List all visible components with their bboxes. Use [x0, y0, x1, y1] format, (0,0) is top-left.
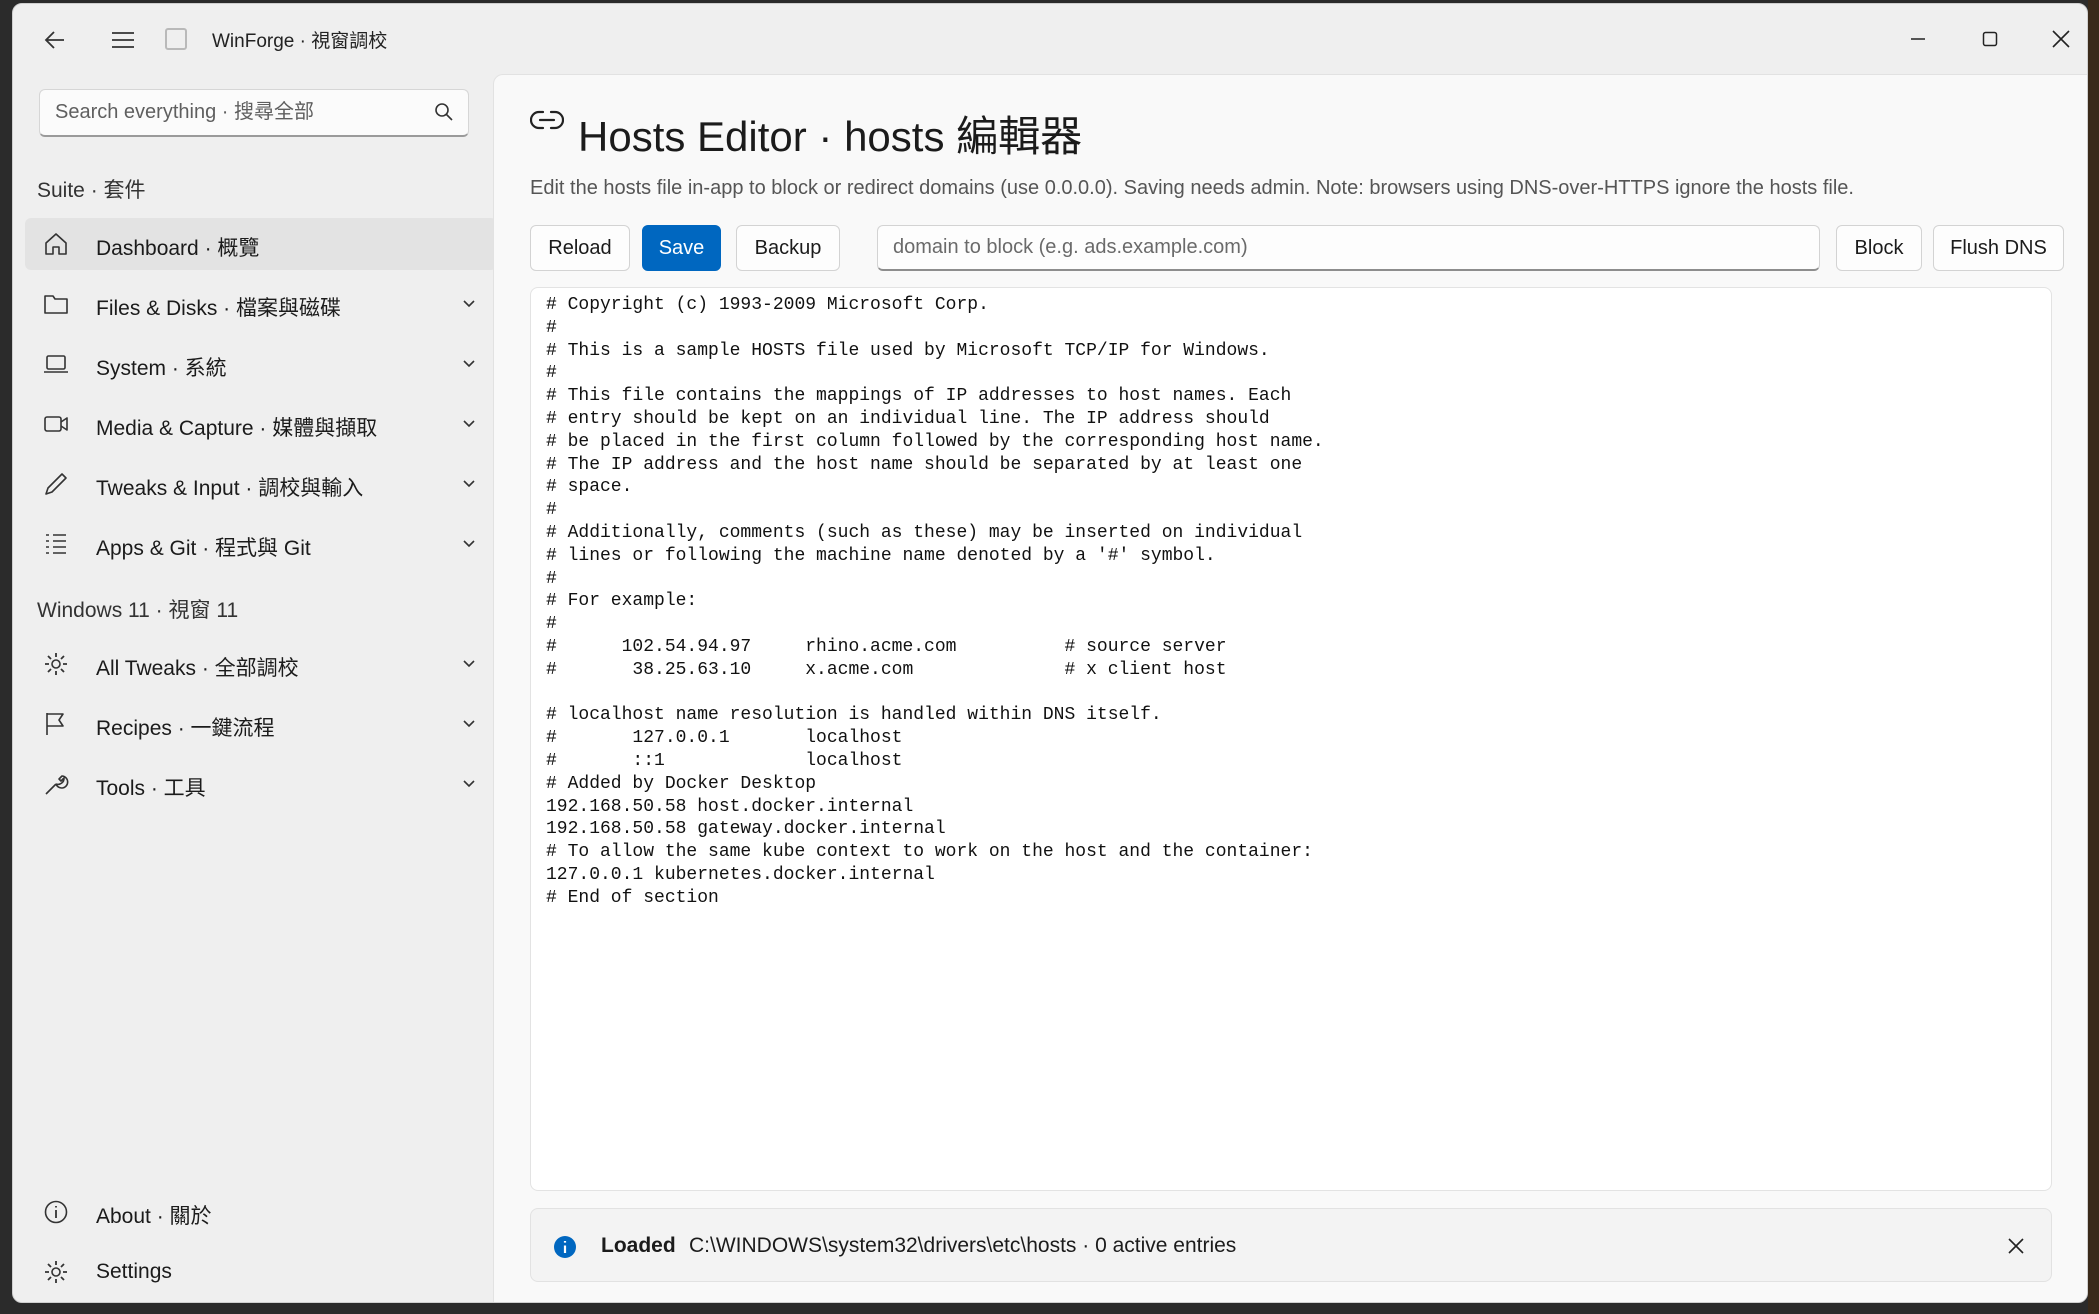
sidebar-item-label: Settings	[96, 1260, 172, 1283]
sidebar-item-label: Apps & Git · 程式與 Git	[96, 537, 311, 560]
flush-dns-button[interactable]: Flush DNS	[1933, 225, 2064, 271]
sidebar-item-tweaks-input[interactable]: Tweaks & Input · 調校與輸入	[25, 458, 497, 510]
sidebar-item-system[interactable]: System · 系統	[25, 338, 497, 390]
sidebar-item-about[interactable]: About · 關於	[25, 1186, 497, 1238]
close-icon	[2008, 1238, 2024, 1254]
laptop-icon	[44, 355, 68, 373]
status-title: Loaded	[601, 1234, 676, 1257]
menu-button[interactable]	[101, 18, 145, 62]
app-logo-icon	[165, 28, 187, 50]
sidebar-item-label: Files & Disks · 檔案與磁碟	[96, 297, 342, 320]
maximize-button[interactable]	[1960, 14, 2020, 64]
info-icon	[44, 1200, 68, 1224]
close-window-button[interactable]	[2031, 14, 2087, 64]
status-message: C:\WINDOWS\system32\drivers\etc\hosts · …	[689, 1234, 1237, 1257]
sidebar-item-dashboard[interactable]: Dashboard · 概覽	[25, 218, 497, 270]
hamburger-icon	[112, 32, 134, 48]
flag-icon	[46, 713, 64, 735]
title-bar: WinForge · 視窗調校	[13, 4, 2087, 70]
backup-button[interactable]: Backup	[736, 225, 840, 271]
sidebar-item-label: About · 關於	[96, 1205, 212, 1228]
chevron-down-icon	[463, 540, 475, 548]
dismiss-infobar-button[interactable]	[2001, 1231, 2031, 1261]
section-label-windows11: Windows 11 · 視窗 11	[37, 599, 239, 622]
gear-icon	[45, 1261, 67, 1283]
status-infobar: Loaded C:\WINDOWS\system32\drivers\etc\h…	[530, 1208, 2052, 1282]
maximize-icon	[1982, 31, 1998, 47]
block-button[interactable]: Block	[1836, 225, 1922, 271]
camera-icon	[44, 416, 68, 432]
minimize-icon	[1911, 38, 1925, 40]
search-input[interactable]	[40, 90, 420, 134]
sidebar-item-tools[interactable]: Tools · 工具	[25, 758, 497, 810]
list-icon	[46, 534, 66, 554]
sidebar: Suite · 套件 Dashboard · 概覽 Files & Disks …	[13, 70, 497, 1302]
hosts-editor[interactable]	[530, 287, 2052, 1191]
sidebar-item-label: Recipes · 一鍵流程	[96, 717, 275, 740]
search-box	[39, 89, 469, 137]
chevron-down-icon	[463, 420, 475, 428]
sidebar-item-label: All Tweaks · 全部調校	[96, 657, 299, 680]
sidebar-item-label: Media & Capture · 媒體與擷取	[96, 417, 378, 440]
link-icon	[530, 110, 564, 130]
back-arrow-icon	[44, 31, 64, 49]
chevron-down-icon	[463, 720, 475, 728]
desktop-background	[2088, 0, 2099, 1314]
close-icon	[2052, 30, 2070, 48]
sidebar-item-all-tweaks[interactable]: All Tweaks · 全部調校	[25, 638, 497, 690]
wrench-icon	[45, 775, 69, 795]
app-window: WinForge · 視窗調校 Suite · 套件 Dashboard · 概…	[12, 3, 2088, 1303]
sidebar-item-label: System · 系統	[96, 357, 227, 380]
folder-icon	[44, 295, 68, 314]
minimize-button[interactable]	[1888, 14, 1948, 64]
page-description: Edit the hosts file in-app to block or r…	[530, 177, 1854, 199]
pen-icon	[45, 473, 67, 495]
sidebar-item-label: Tools · 工具	[96, 777, 206, 800]
save-button[interactable]: Save	[642, 225, 721, 271]
sidebar-item-media-capture[interactable]: Media & Capture · 媒體與擷取	[25, 398, 497, 450]
chevron-down-icon	[463, 480, 475, 488]
chevron-down-icon	[463, 360, 475, 368]
home-icon	[45, 233, 67, 255]
chevron-down-icon	[463, 660, 475, 668]
sidebar-item-files-disks[interactable]: Files & Disks · 檔案與磁碟	[25, 278, 497, 330]
sidebar-item-settings[interactable]: Settings	[25, 1246, 497, 1298]
search-icon[interactable]	[434, 102, 454, 122]
page-title: Hosts Editor · hosts 編輯器	[578, 113, 1083, 160]
sidebar-item-apps-git[interactable]: Apps & Git · 程式與 Git	[25, 518, 497, 570]
sidebar-item-label: Dashboard · 概覽	[96, 237, 260, 260]
chevron-down-icon	[463, 300, 475, 308]
chevron-down-icon	[463, 780, 475, 788]
app-title: WinForge · 視窗調校	[212, 31, 388, 52]
sidebar-item-recipes[interactable]: Recipes · 一鍵流程	[25, 698, 497, 750]
gear-icon	[45, 653, 67, 675]
domain-input[interactable]	[877, 225, 1820, 271]
info-filled-icon	[554, 1236, 576, 1258]
sidebar-item-label: Tweaks & Input · 調校與輸入	[96, 477, 364, 500]
back-button[interactable]	[33, 18, 77, 62]
main-panel: Hosts Editor · hosts 編輯器 Edit the hosts …	[493, 74, 2087, 1302]
section-label-suite: Suite · 套件	[37, 179, 146, 202]
reload-button[interactable]: Reload	[530, 225, 630, 271]
